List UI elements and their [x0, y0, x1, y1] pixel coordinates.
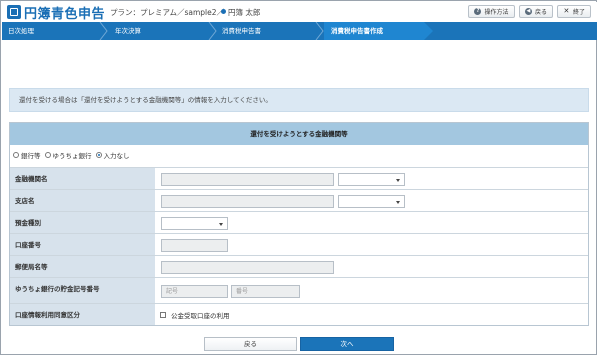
- next-button[interactable]: 次へ: [300, 337, 394, 351]
- radio-circle[interactable]: [13, 152, 19, 158]
- question-icon: ?: [474, 8, 482, 15]
- post-office-input[interactable]: [161, 261, 334, 274]
- user-icon: [221, 9, 226, 14]
- radio-none[interactable]: 入力なし: [95, 150, 130, 160]
- active-step-arrow: [424, 22, 433, 40]
- bank-name-select[interactable]: [338, 173, 405, 186]
- post-office-cell: [155, 256, 588, 277]
- info-message: 還付を受ける場合は「還付を受けようとする金融機関等」の情報を入力してください。: [9, 88, 589, 112]
- nav-step-annual[interactable]: 年次決算: [115, 22, 141, 40]
- app-logo-icon: [7, 5, 21, 19]
- nav-step-tax-return[interactable]: 消費税申告書: [222, 22, 261, 40]
- help-button-label: 操作方法: [484, 9, 509, 16]
- arrow-left-icon: ◀: [524, 8, 532, 15]
- branch-name-cell: [155, 190, 588, 211]
- row-deposit-type: 預金種別: [10, 211, 588, 233]
- account-number-cell: [155, 234, 588, 255]
- chevron-down-icon: [396, 201, 400, 204]
- bank-name-input[interactable]: [161, 173, 334, 186]
- radio-bank[interactable]: 銀行等: [13, 150, 41, 160]
- chevron-right-icon: [99, 22, 108, 40]
- chevron-down-icon: [396, 179, 400, 182]
- public-account-checkbox[interactable]: 公金受取口座の利用: [160, 310, 230, 320]
- radio-circle[interactable]: [44, 152, 51, 158]
- bank-type-radio-group: 銀行等 ゆうちょ銀行 入力なし: [13, 150, 130, 160]
- consent-cell: 公金受取口座の利用: [155, 304, 588, 325]
- chevron-right-icon: [315, 22, 324, 40]
- user-name: 円簿 太郎: [228, 8, 261, 17]
- deposit-type-select[interactable]: [161, 217, 228, 230]
- consent-label: 口座情報利用同意区分: [10, 304, 155, 325]
- row-branch-name: 支店名: [10, 189, 588, 211]
- close-icon: ✕: [563, 7, 570, 15]
- help-button[interactable]: ? 操作方法: [468, 5, 515, 18]
- post-office-label: 郵便局名等: [10, 256, 155, 277]
- radio-circle-selected[interactable]: [95, 152, 102, 158]
- yucho-symbol-input[interactable]: 記号: [161, 285, 228, 298]
- back-header-button[interactable]: ◀ 戻る: [519, 5, 553, 18]
- yucho-number-input[interactable]: 番号: [231, 285, 300, 298]
- branch-name-select[interactable]: [338, 195, 405, 208]
- account-number-input[interactable]: [161, 239, 228, 252]
- row-account-number: 口座番号: [10, 233, 588, 255]
- radio-bank-label: 銀行等: [21, 152, 41, 160]
- public-account-checkbox-label: 公金受取口座の利用: [171, 312, 230, 320]
- row-consent: 口座情報利用同意区分 公金受取口座の利用: [10, 303, 588, 325]
- close-button[interactable]: ✕ 終了: [557, 5, 591, 18]
- chevron-right-icon: [208, 22, 217, 40]
- row-yucho-account: ゆうちょ銀行の貯金記号番号 記号 番号: [10, 277, 588, 303]
- form-title: 還付を受けようとする金融機関等: [10, 123, 588, 145]
- yucho-account-label: ゆうちょ銀行の貯金記号番号: [10, 278, 155, 303]
- row-bank-name: 金融機関名: [10, 167, 588, 189]
- close-button-label: 終了: [572, 9, 585, 16]
- nav-step-tax-return-create: 消費税申告書作成: [331, 27, 383, 35]
- account-number-label: 口座番号: [10, 234, 155, 255]
- branch-name-input[interactable]: [161, 195, 334, 208]
- nav-step-daily[interactable]: 日次処理: [8, 22, 34, 40]
- radio-yucho[interactable]: ゆうちょ銀行: [44, 150, 92, 160]
- bank-name-label: 金融機関名: [10, 168, 155, 189]
- yucho-account-cell: 記号 番号: [155, 278, 588, 303]
- radio-yucho-label: ゆうちょ銀行: [52, 152, 92, 160]
- back-button[interactable]: 戻る: [204, 337, 297, 351]
- app-header: 円簿青色申告 プラン：プレミアム／sample2／ 円簿 太郎 ? 操作方法 ◀…: [2, 2, 597, 22]
- checkbox-box[interactable]: [160, 312, 166, 318]
- back-header-button-label: 戻る: [534, 9, 547, 16]
- deposit-type-cell: [155, 212, 588, 233]
- process-breadcrumb: 日次処理 年次決算 消費税申告書 消費税申告書作成: [2, 22, 597, 40]
- radio-none-label: 入力なし: [103, 152, 130, 160]
- row-post-office: 郵便局名等: [10, 255, 588, 277]
- plan-info: プラン：プレミアム／sample2／: [110, 8, 225, 17]
- branch-name-label: 支店名: [10, 190, 155, 211]
- deposit-type-label: 預金種別: [10, 212, 155, 233]
- app-title: 円簿青色申告: [24, 7, 106, 22]
- bank-name-cell: [155, 168, 588, 189]
- chevron-down-icon: [219, 223, 223, 226]
- app-window: 円簿青色申告 プラン：プレミアム／sample2／ 円簿 太郎 ? 操作方法 ◀…: [0, 0, 597, 355]
- bank-form: 還付を受けようとする金融機関等 銀行等 ゆうちょ銀行 入力なし 金融機関名 支店…: [9, 122, 589, 326]
